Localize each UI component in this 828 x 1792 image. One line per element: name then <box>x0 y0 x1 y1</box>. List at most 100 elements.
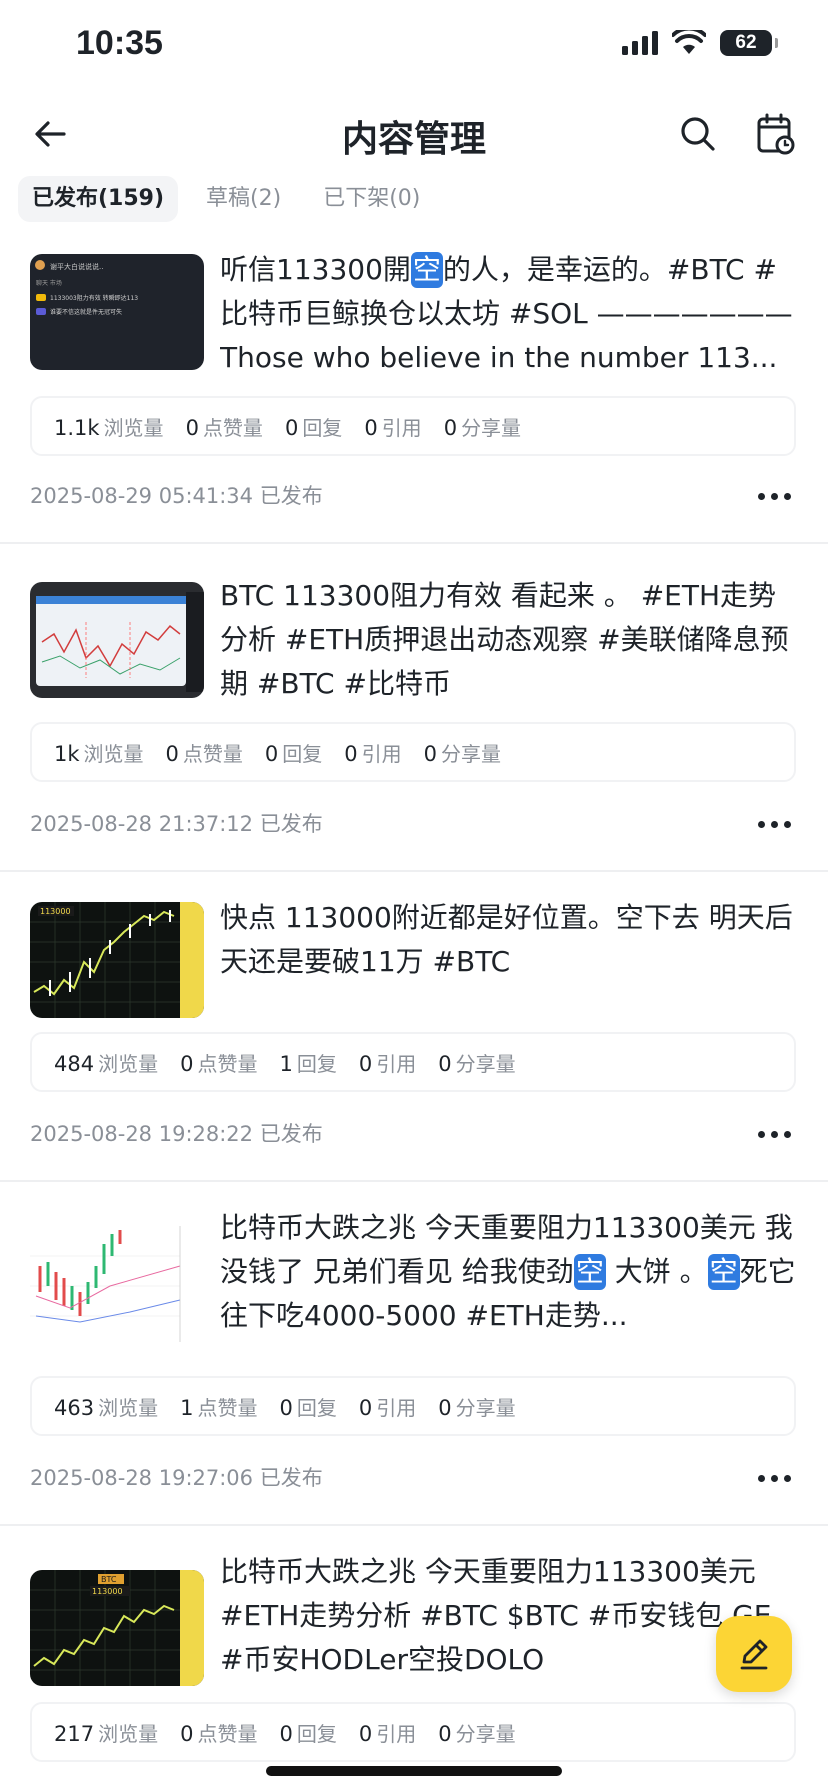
search-icon <box>681 117 715 151</box>
stat-views: 217 浏览量 <box>54 1718 158 1747</box>
stat-replies: 0 回复 <box>279 1392 336 1421</box>
post-list: 谢平大白说说说.. 聊天 市场 1133003阻力有效 转瞬即达113 谁要不信… <box>0 238 828 1766</box>
status-time: 10:35 <box>76 24 163 62</box>
stat-shares: 0 分享量 <box>438 1718 515 1747</box>
post-text[interactable]: 比特币大跌之兆 今天重要阻力113300美元 我没钱了 兄弟们看见 给我使劲空 … <box>220 1206 798 1338</box>
stat-label: 回复 <box>302 415 343 440</box>
post-item[interactable]: 谢平大白说说说.. 聊天 市场 1133003阻力有效 转瞬即达113 谁要不信… <box>0 238 828 544</box>
post-stats: 217 浏览量 0 点赞量 0 回复 0 引用 0 分享量 <box>30 1702 796 1762</box>
tab-published[interactable]: 已发布(159) <box>18 176 179 222</box>
stat-label: 点赞量 <box>202 415 263 440</box>
pen-icon <box>740 1639 768 1670</box>
post-date: 2025-08-29 05:41:34 已发布 <box>30 484 323 508</box>
kong-badge: 空 <box>707 1254 740 1290</box>
post-text-part: 大饼 。 <box>605 1255 708 1288</box>
stat-label: 回复 <box>296 1051 337 1076</box>
stat-value: 0 <box>344 741 358 766</box>
post-thumbnail[interactable] <box>30 1226 204 1342</box>
post-text-part: 听信113300開 <box>220 253 411 286</box>
stat-label: 浏览量 <box>98 1395 159 1420</box>
thumb-text: 113000 <box>92 1587 123 1596</box>
stat-label: 浏览量 <box>98 1051 159 1076</box>
stat-value: 0 <box>180 1721 194 1746</box>
stat-value: 0 <box>358 1721 373 1746</box>
stat-value: 0 <box>279 1395 293 1420</box>
post-thumbnail[interactable]: BTC 113000 <box>30 1570 204 1686</box>
post-text[interactable]: 比特币大跌之兆 今天重要阻力113300美元 #ETH走势分析 #BTC $BT… <box>220 1550 798 1682</box>
stat-label: 浏览量 <box>83 741 144 766</box>
more-horizontal-icon <box>758 820 765 828</box>
compose-button[interactable] <box>716 1616 792 1692</box>
search-button[interactable] <box>678 114 718 154</box>
post-text[interactable]: BTC 113300阻力有效 看起来 。 #ETH走势分析 #ETH质押退出动态… <box>220 574 798 706</box>
stat-views: 463 浏览量 <box>54 1392 158 1421</box>
stat-label: 引用 <box>376 1395 417 1420</box>
stat-views: 1k 浏览量 <box>54 738 144 767</box>
stat-label: 浏览量 <box>98 1721 159 1746</box>
stat-value: 0 <box>423 741 438 766</box>
more-horizontal-icon <box>758 1130 765 1138</box>
more-options-button[interactable] <box>758 486 794 506</box>
stat-quotes: 0 引用 <box>359 1392 416 1421</box>
more-horizontal-icon <box>758 492 765 500</box>
more-options-button[interactable] <box>758 814 794 834</box>
signal-icon <box>622 31 658 55</box>
stat-value: 1k <box>54 741 80 766</box>
tab-removed[interactable]: 已下架(0) <box>309 176 434 222</box>
stat-value: 0 <box>165 741 179 766</box>
post-thumbnail[interactable]: 113000 <box>30 902 204 1018</box>
stat-label: 分享量 <box>455 1395 516 1420</box>
post-item[interactable]: 比特币大跌之兆 今天重要阻力113300美元 我没钱了 兄弟们看见 给我使劲空 … <box>0 1182 828 1526</box>
post-stats: 463 浏览量 1 点赞量 0 回复 0 引用 0 分享量 <box>30 1376 796 1436</box>
post-item[interactable]: BTC 113000 比特币大跌之兆 今天重要阻力113300美元 #ETH走势… <box>0 1526 828 1766</box>
stat-label: 回复 <box>282 741 323 766</box>
stat-label: 引用 <box>376 1051 417 1076</box>
stat-shares: 0 分享量 <box>424 738 501 767</box>
stat-value: 1 <box>180 1395 194 1420</box>
stat-label: 分享量 <box>455 1721 516 1746</box>
post-thumbnail[interactable]: 谢平大白说说说.. 聊天 市场 1133003阻力有效 转瞬即达113 谁要不信… <box>30 254 204 370</box>
stat-label: 点赞量 <box>197 1721 258 1746</box>
stat-likes: 0 点赞量 <box>166 738 243 767</box>
thumb-text: 聊天 市场 <box>36 279 62 287</box>
stat-likes: 0 点赞量 <box>186 412 263 441</box>
post-text[interactable]: 听信113300開空的人，是幸运的。#BTC #比特币巨鲸换仓以太坊 #SOL … <box>220 248 798 380</box>
kong-badge: 空 <box>410 252 443 288</box>
stat-quotes: 0 引用 <box>359 1048 416 1077</box>
stat-shares: 0 分享量 <box>438 1392 515 1421</box>
stat-likes: 1 点赞量 <box>180 1392 257 1421</box>
stat-shares: 0 分享量 <box>444 412 521 441</box>
stat-value: 217 <box>54 1721 95 1746</box>
post-item[interactable]: 113000 快点 113000附近都是好位置。空下去 明天后天还是要破11万 … <box>0 872 828 1182</box>
stat-label: 分享量 <box>441 741 502 766</box>
more-options-button[interactable] <box>758 1124 794 1144</box>
stat-value: 0 <box>438 1721 452 1746</box>
post-date: 2025-08-28 19:28:22 已发布 <box>30 1122 323 1146</box>
stat-value: 0 <box>438 1395 452 1420</box>
more-options-button[interactable] <box>758 1468 794 1488</box>
stat-label: 回复 <box>296 1395 337 1420</box>
thumb-text: 谁要不信这就是件无冠可失 <box>50 308 122 316</box>
stat-value: 463 <box>54 1395 95 1420</box>
stat-likes: 0 点赞量 <box>180 1048 257 1077</box>
tab-drafts[interactable]: 草稿(2) <box>192 176 295 222</box>
status-icons: 62 <box>622 30 778 56</box>
thumb-text: BTC <box>101 1575 117 1584</box>
kong-badge: 空 <box>573 1254 606 1290</box>
post-stats: 1k 浏览量 0 点赞量 0 回复 0 引用 0 分享量 <box>30 722 796 782</box>
stat-value: 1.1k <box>54 415 100 440</box>
stat-quotes: 0 引用 <box>344 738 401 767</box>
post-item[interactable]: BTC 113300阻力有效 看起来 。 #ETH走势分析 #ETH质押退出动态… <box>0 544 828 872</box>
stat-label: 点赞量 <box>182 741 243 766</box>
stat-value: 0 <box>185 415 199 440</box>
post-stats: 1.1k 浏览量 0 点赞量 0 回复 0 引用 0 分享量 <box>30 396 796 456</box>
post-date: 2025-08-28 21:37:12 已发布 <box>30 812 323 836</box>
stat-label: 引用 <box>381 415 422 440</box>
post-thumbnail[interactable] <box>30 582 204 698</box>
battery-indicator: 62 <box>720 30 778 56</box>
stat-value: 484 <box>54 1051 95 1076</box>
calendar-clock-icon <box>757 113 795 155</box>
calendar-button[interactable] <box>756 112 796 156</box>
post-text[interactable]: 快点 113000附近都是好位置。空下去 明天后天还是要破11万 #BTC <box>220 896 798 984</box>
thumb-text: 1133003阻力有效 转瞬即达113 <box>50 294 138 302</box>
